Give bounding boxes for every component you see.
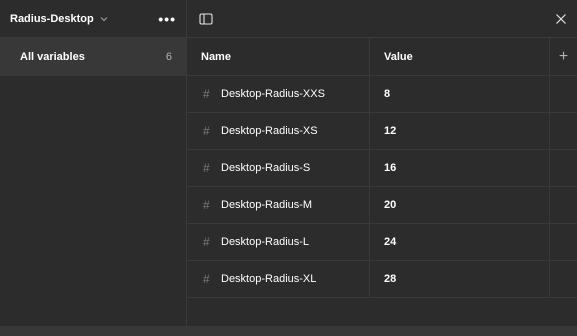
sidebar-item-count: 6	[165, 51, 172, 63]
empty-cell	[550, 150, 577, 186]
plus-icon: +	[558, 47, 569, 65]
variable-value: 24	[384, 236, 397, 248]
number-type-icon: #	[203, 87, 210, 101]
more-options-button[interactable]: •••	[158, 11, 176, 27]
empty-cell	[550, 76, 577, 112]
variable-name: Desktop-Radius-XXS	[221, 88, 325, 100]
sidebar-panel-icon[interactable]	[199, 12, 213, 26]
number-type-icon: #	[203, 161, 210, 175]
variable-name: Desktop-Radius-XS	[221, 125, 318, 137]
variable-value: 12	[384, 125, 397, 137]
sidebar: Radius-Desktop ••• All variables 6	[0, 0, 187, 336]
variable-value-cell[interactable]: 20	[370, 187, 550, 223]
close-icon[interactable]	[555, 13, 567, 25]
column-header-value: Value	[370, 38, 550, 75]
bottom-strip	[0, 326, 577, 336]
variable-value-cell[interactable]: 24	[370, 224, 550, 260]
variable-value: 8	[384, 88, 391, 100]
table-row[interactable]: # Desktop-Radius-M 20	[187, 187, 577, 224]
variable-name-cell[interactable]: # Desktop-Radius-XS	[187, 113, 370, 149]
variable-name-cell[interactable]: # Desktop-Radius-S	[187, 150, 370, 186]
variable-name: Desktop-Radius-XL	[221, 273, 317, 285]
column-header-name: Name	[187, 38, 370, 75]
empty-cell	[550, 187, 577, 223]
add-mode-button[interactable]: +	[550, 38, 577, 75]
number-type-icon: #	[203, 198, 210, 212]
variable-name-cell[interactable]: # Desktop-Radius-XXS	[187, 76, 370, 112]
table-row[interactable]: # Desktop-Radius-L 24	[187, 224, 577, 261]
empty-cell	[550, 224, 577, 260]
column-header-name-label: Name	[201, 50, 231, 63]
variable-value-cell[interactable]: 16	[370, 150, 550, 186]
empty-cell	[550, 261, 577, 297]
variable-value-cell[interactable]: 28	[370, 261, 550, 297]
number-type-icon: #	[203, 124, 210, 138]
variable-value-cell[interactable]: 8	[370, 76, 550, 112]
top-bar	[187, 0, 577, 38]
sidebar-item-all-variables[interactable]: All variables 6	[0, 38, 186, 76]
variable-value-cell[interactable]: 12	[370, 113, 550, 149]
column-header-value-label: Value	[384, 50, 413, 63]
sidebar-item-label: All variables	[20, 51, 85, 63]
variable-value: 16	[384, 162, 397, 174]
variables-window: Radius-Desktop ••• All variables 6 Name …	[0, 0, 577, 336]
table-row[interactable]: # Desktop-Radius-XXS 8	[187, 76, 577, 113]
variable-name: Desktop-Radius-M	[221, 199, 313, 211]
variable-name: Desktop-Radius-L	[221, 236, 310, 248]
table-row[interactable]: # Desktop-Radius-XS 12	[187, 113, 577, 150]
chevron-down-icon[interactable]	[100, 15, 108, 23]
variable-value: 28	[384, 273, 397, 285]
variable-name-cell[interactable]: # Desktop-Radius-XL	[187, 261, 370, 297]
variable-name-cell[interactable]: # Desktop-Radius-L	[187, 224, 370, 260]
variables-list: # Desktop-Radius-XXS 8 # Desktop-Radius-XS 12…	[187, 76, 577, 298]
number-type-icon: #	[203, 272, 210, 286]
table-row[interactable]: # Desktop-Radius-S 16	[187, 150, 577, 187]
variable-name-cell[interactable]: # Desktop-Radius-M	[187, 187, 370, 223]
number-type-icon: #	[203, 235, 210, 249]
table-row[interactable]: # Desktop-Radius-XL 28	[187, 261, 577, 298]
sidebar-header: Radius-Desktop •••	[0, 0, 186, 38]
variables-table-panel: Name Value + # Desktop-Radius-XXS 8 # Deskto…	[187, 0, 577, 336]
collection-selector[interactable]: Radius-Desktop	[10, 13, 94, 25]
table-header: Name Value +	[187, 38, 577, 76]
variable-name: Desktop-Radius-S	[221, 162, 311, 174]
empty-cell	[550, 113, 577, 149]
variable-value: 20	[384, 199, 397, 211]
